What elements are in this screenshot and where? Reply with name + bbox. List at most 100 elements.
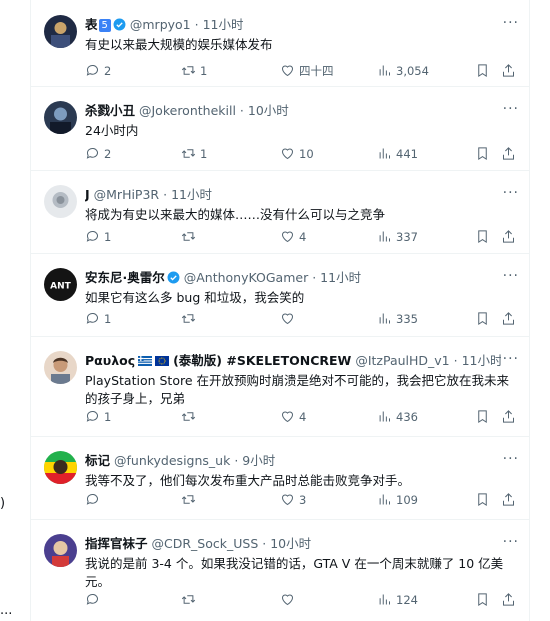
bookmark-icon xyxy=(478,410,487,424)
heart-icon xyxy=(281,231,294,243)
tweet[interactable]: Ραυλος (泰勒版) #SKELETONCREW @ItzPaulHD_v1… xyxy=(31,336,529,437)
display-name[interactable]: 安东尼·奥雷尔 xyxy=(85,270,165,285)
retweet-icon xyxy=(181,232,196,241)
share-button[interactable] xyxy=(501,491,516,509)
reply-button[interactable] xyxy=(85,491,104,509)
like-count: 3 xyxy=(299,493,307,507)
more-options-icon[interactable]: ··· xyxy=(503,350,519,368)
reply-button[interactable]: 2 xyxy=(85,62,111,80)
more-options-icon[interactable]: ··· xyxy=(503,100,519,118)
like-button[interactable] xyxy=(280,591,299,609)
bookmark-button[interactable] xyxy=(475,310,490,328)
share-icon xyxy=(503,493,514,506)
user-handle[interactable]: @AnthonyKOGamer xyxy=(184,270,308,285)
user-handle[interactable]: @Jokeronthekill xyxy=(139,103,236,118)
retweet-button[interactable] xyxy=(181,591,200,609)
timestamp[interactable]: 11小时 xyxy=(320,270,361,285)
bookmark-button[interactable] xyxy=(475,591,490,609)
share-button[interactable] xyxy=(501,310,516,328)
retweet-button[interactable]: 1 xyxy=(181,62,207,80)
avatar[interactable]: ANT xyxy=(44,268,77,301)
retweet-button[interactable] xyxy=(181,310,200,328)
like-button[interactable]: 4 xyxy=(280,408,306,426)
views-button[interactable]: 109 xyxy=(377,491,418,509)
retweet-button[interactable] xyxy=(181,491,200,509)
views-button[interactable]: 3,054 xyxy=(377,62,429,80)
separator-dot: · xyxy=(194,17,199,32)
display-name[interactable]: 杀戮小丑 xyxy=(85,103,135,118)
display-name[interactable]: 表 xyxy=(85,17,98,32)
avatar[interactable] xyxy=(44,15,77,48)
tweet[interactable]: 表5 @mrpyo1 · 11小时 ··· 有史以来最大规模的娱乐媒体发布 2 … xyxy=(31,0,529,87)
user-handle[interactable]: @mrpyo1 xyxy=(130,17,191,32)
avatar[interactable] xyxy=(44,101,77,134)
avatar[interactable] xyxy=(44,534,77,567)
display-name-suffix[interactable]: (泰勒版) #SKELETONCREW xyxy=(173,353,351,368)
timestamp[interactable]: 11小时 xyxy=(462,353,501,368)
like-button[interactable] xyxy=(280,310,299,328)
share-button[interactable] xyxy=(501,591,516,609)
reply-button[interactable]: 1 xyxy=(85,228,111,246)
like-button[interactable]: 10 xyxy=(280,145,314,163)
user-handle[interactable]: @funkydesigns_uk xyxy=(114,453,230,468)
more-options-icon[interactable]: ··· xyxy=(503,184,519,202)
reply-button[interactable]: 2 xyxy=(85,145,111,163)
retweet-button[interactable] xyxy=(181,228,200,246)
user-handle[interactable]: @ItzPaulHD_v1 xyxy=(355,353,449,368)
views-button[interactable]: 436 xyxy=(377,408,418,426)
share-icon xyxy=(503,410,514,423)
display-name[interactable]: 标记 xyxy=(85,453,110,468)
reply-button[interactable]: 1 xyxy=(85,408,111,426)
tweet-actions: 1 335 xyxy=(85,310,521,328)
reply-button[interactable]: 1 xyxy=(85,310,111,328)
like-button[interactable]: 3 xyxy=(280,491,306,509)
more-options-icon[interactable]: ··· xyxy=(503,267,519,285)
tweet[interactable]: ANT 安东尼·奥雷尔 @AnthonyKOGamer · 11小时 ··· 如… xyxy=(31,253,529,337)
separator-dot: · xyxy=(234,453,239,468)
bookmark-button[interactable] xyxy=(475,145,490,163)
timestamp[interactable]: 11小时 xyxy=(203,17,244,32)
display-name[interactable]: Ραυλος xyxy=(85,353,135,368)
avatar[interactable] xyxy=(44,185,77,218)
timestamp[interactable]: 11小时 xyxy=(171,187,212,202)
like-button[interactable]: 4 xyxy=(280,228,306,246)
retweet-icon xyxy=(181,149,196,158)
tweet[interactable]: 杀戮小丑 @Jokeronthekill · 10小时 ··· 24小时内 2 … xyxy=(31,86,529,171)
view-count: 124 xyxy=(396,593,418,607)
views-button[interactable]: 441 xyxy=(377,145,418,163)
user-handle[interactable]: @MrHiP3R xyxy=(94,187,159,202)
avatar[interactable] xyxy=(44,451,77,484)
views-button[interactable]: 335 xyxy=(377,310,418,328)
bookmark-button[interactable] xyxy=(475,491,490,509)
bookmark-icon xyxy=(478,593,487,607)
views-button[interactable]: 124 xyxy=(377,591,418,609)
bookmark-button[interactable] xyxy=(475,62,490,80)
reply-count: 1 xyxy=(104,230,112,244)
timestamp[interactable]: 9小时 xyxy=(242,453,275,468)
share-button[interactable] xyxy=(501,228,516,246)
share-button[interactable] xyxy=(501,408,516,426)
timestamp[interactable]: 10小时 xyxy=(270,536,311,551)
share-button[interactable] xyxy=(501,145,516,163)
tweet[interactable]: J @MrHiP3R · 11小时 ··· 将成为有史以来最大的媒体……没有什么… xyxy=(31,170,529,254)
like-button[interactable]: 四十四 xyxy=(280,62,334,80)
views-button[interactable]: 337 xyxy=(377,228,418,246)
retweet-button[interactable]: 1 xyxy=(181,145,207,163)
heart-icon xyxy=(281,65,294,77)
user-handle[interactable]: @CDR_Sock_USS xyxy=(152,536,259,551)
timestamp[interactable]: 10小时 xyxy=(248,103,289,118)
reply-button[interactable] xyxy=(85,591,104,609)
more-options-icon[interactable]: ··· xyxy=(503,450,519,468)
retweet-button[interactable] xyxy=(181,408,200,426)
share-button[interactable] xyxy=(501,62,516,80)
display-name[interactable]: J xyxy=(85,187,90,202)
avatar[interactable] xyxy=(44,351,77,384)
display-name[interactable]: 指挥官袜子 xyxy=(85,536,148,551)
more-options-icon[interactable]: ··· xyxy=(503,14,519,32)
bookmark-button[interactable] xyxy=(475,408,490,426)
more-options-icon[interactable]: ··· xyxy=(503,533,519,551)
reply-icon xyxy=(86,65,98,76)
tweet[interactable]: 指挥官袜子 @CDR_Sock_USS · 10小时 ··· 我说的是前 3-4… xyxy=(31,519,529,621)
tweet[interactable]: 标记 @funkydesigns_uk · 9小时 ··· 我等不及了，他们每次… xyxy=(31,436,529,520)
bookmark-button[interactable] xyxy=(475,228,490,246)
